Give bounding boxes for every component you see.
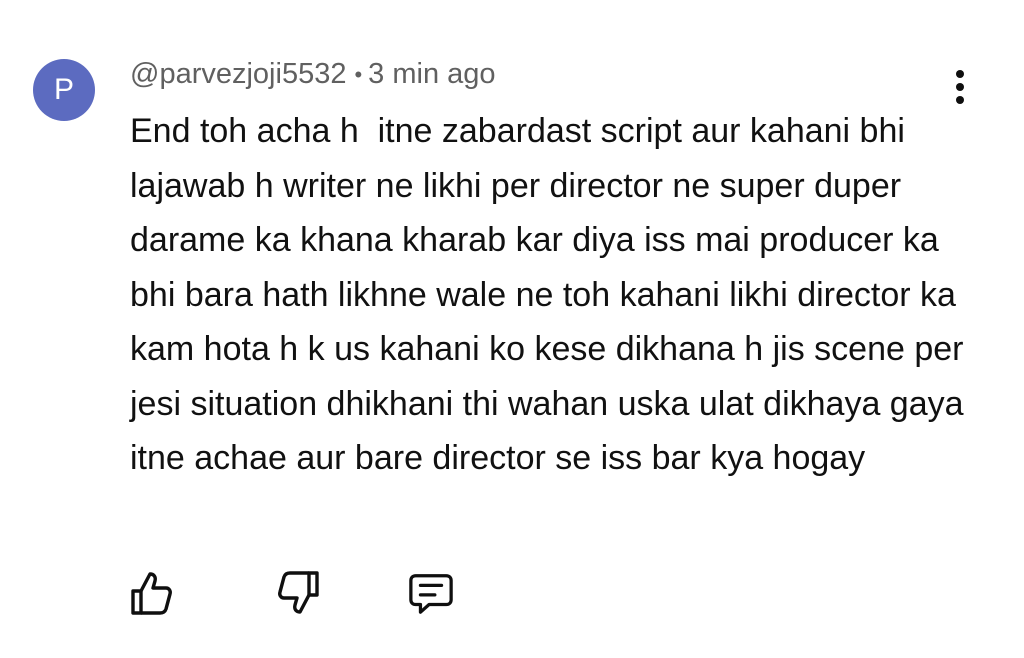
comment-card: P @parvezjoji5532 • 3 min ago End toh ac… [0,0,1024,658]
reply-button[interactable] [408,568,454,618]
like-button[interactable] [128,568,174,618]
avatar[interactable]: P [33,59,95,121]
timestamp: 3 min ago [368,58,496,90]
comment-text: End toh acha h itne zabardast script aur… [130,112,973,477]
username[interactable]: @parvezjoji5532 [130,58,346,91]
comment-header: @parvezjoji5532 • 3 min ago [130,58,496,91]
reply-comment-icon [409,574,453,614]
dislike-button[interactable] [276,568,322,618]
avatar-letter: P [53,73,74,106]
thumbs-down-icon [278,571,319,614]
thumbs-up-icon [131,572,172,615]
separator-dot: • [354,61,363,87]
